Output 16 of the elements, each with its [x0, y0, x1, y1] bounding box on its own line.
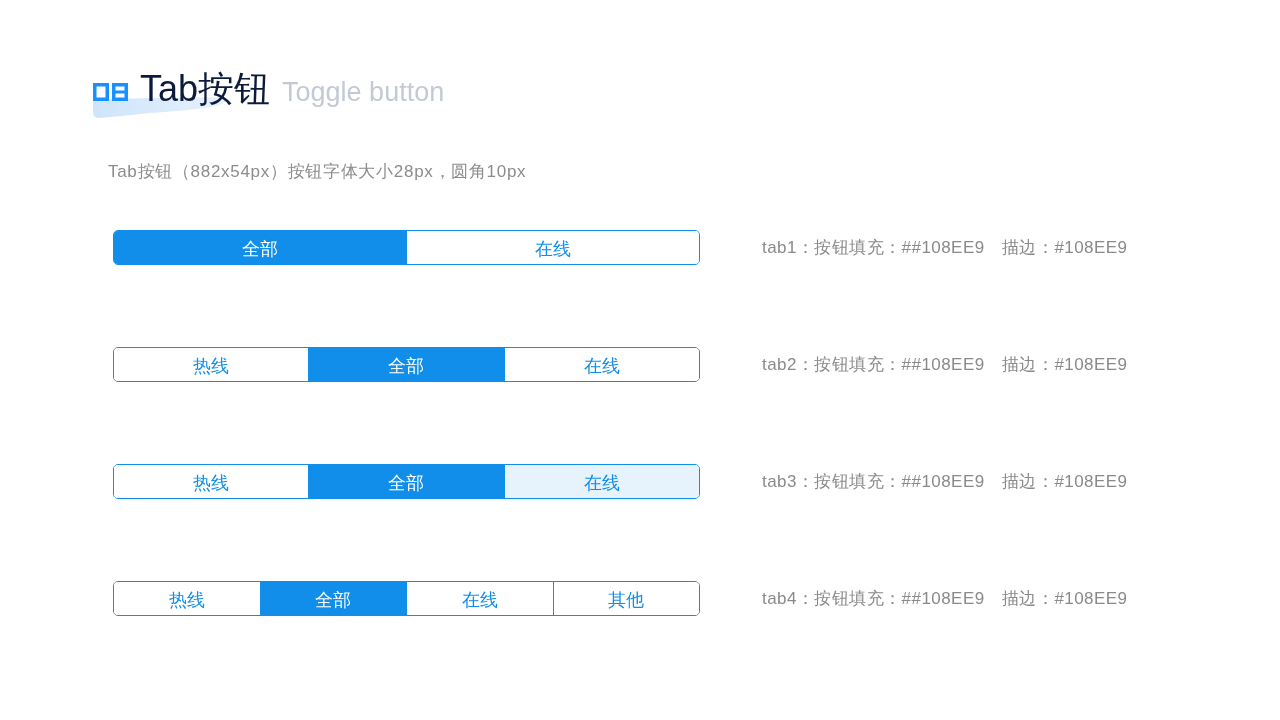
page-title: Tab按钮 [140, 67, 271, 111]
squares-icon [93, 83, 128, 101]
tab[interactable]: 全部 [114, 231, 406, 264]
spec-note: tab2：按钮填充：##108EE9 描边：#108EE9 [762, 354, 1128, 375]
tab[interactable]: 全部 [259, 582, 406, 615]
tab[interactable]: 全部 [308, 465, 504, 498]
tab[interactable]: 在线 [503, 465, 699, 498]
tab[interactable]: 全部 [308, 348, 504, 381]
page-subtitle: Toggle button [282, 76, 445, 109]
description-text: Tab按钮（882x54px）按钮字体大小28px，圆角10px [108, 162, 527, 182]
tab[interactable]: 其他 [552, 582, 699, 615]
spec-note: tab3：按钮填充：##108EE9 描边：#108EE9 [762, 471, 1128, 492]
spec-note: tab4：按钮填充：##108EE9 描边：#108EE9 [762, 588, 1128, 609]
tab[interactable]: 在线 [406, 231, 699, 264]
tab[interactable]: 在线 [503, 348, 699, 381]
spec-note: tab1：按钮填充：##108EE9 描边：#108EE9 [762, 237, 1128, 258]
